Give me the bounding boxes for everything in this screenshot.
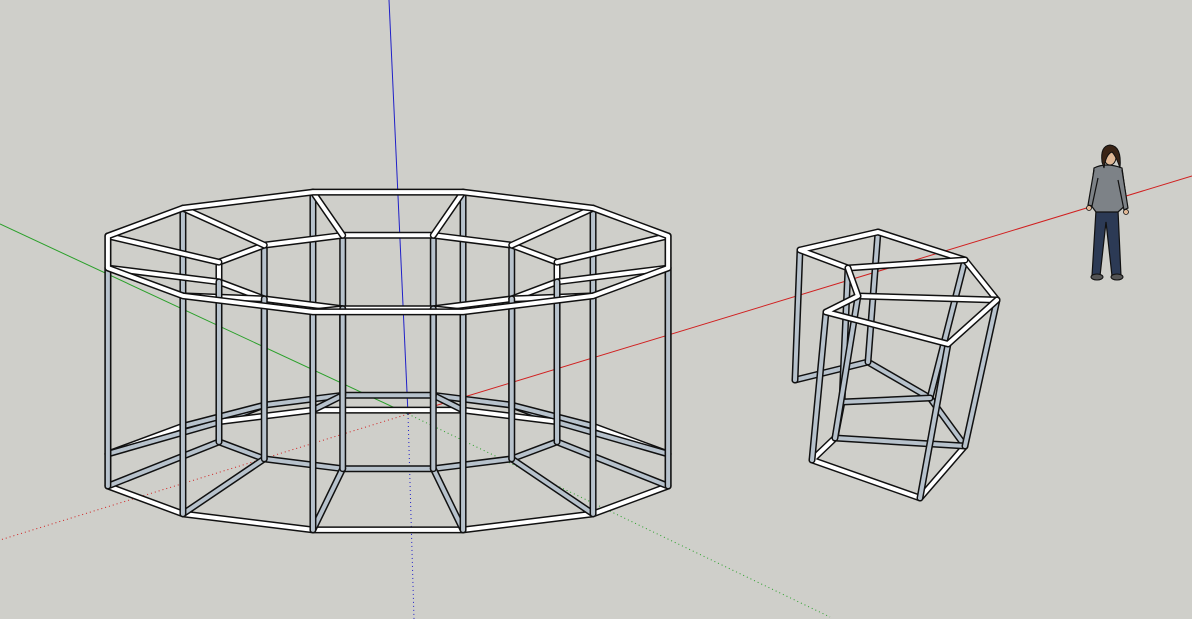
partial-bottom-radial	[838, 394, 934, 406]
modeling-viewport[interactable]	[0, 0, 1192, 619]
outer-top-ring	[104, 188, 672, 316]
blue-axis-negative	[407, 413, 415, 619]
bottom-radial	[429, 465, 467, 534]
top-radial	[553, 232, 672, 266]
3d-scene[interactable]	[0, 0, 1192, 619]
top-radial	[429, 188, 467, 239]
inner-top-ring	[215, 231, 561, 313]
bottom-radial	[179, 455, 268, 518]
red-axis-negative	[0, 413, 409, 541]
partial-top-radial	[844, 256, 969, 272]
top-radial	[179, 204, 268, 249]
top-radial	[104, 232, 223, 266]
scale-figure[interactable]	[1086, 144, 1129, 281]
partial-top-radial	[854, 292, 1001, 304]
bottom-radial	[508, 455, 597, 518]
blue-axis-positive	[388, 0, 409, 415]
green-axis-negative	[407, 413, 831, 618]
partial-post	[808, 308, 830, 464]
inner-bottom-ring	[215, 391, 561, 473]
partial-bottom-radial	[831, 434, 969, 450]
person-figure-icon	[1086, 144, 1129, 281]
top-radial	[508, 204, 597, 249]
partial-post	[791, 246, 804, 384]
partial-frame[interactable]	[791, 228, 1001, 502]
bottom-radial	[309, 465, 347, 534]
top-radial	[309, 188, 347, 239]
green-axis-positive	[0, 223, 409, 415]
